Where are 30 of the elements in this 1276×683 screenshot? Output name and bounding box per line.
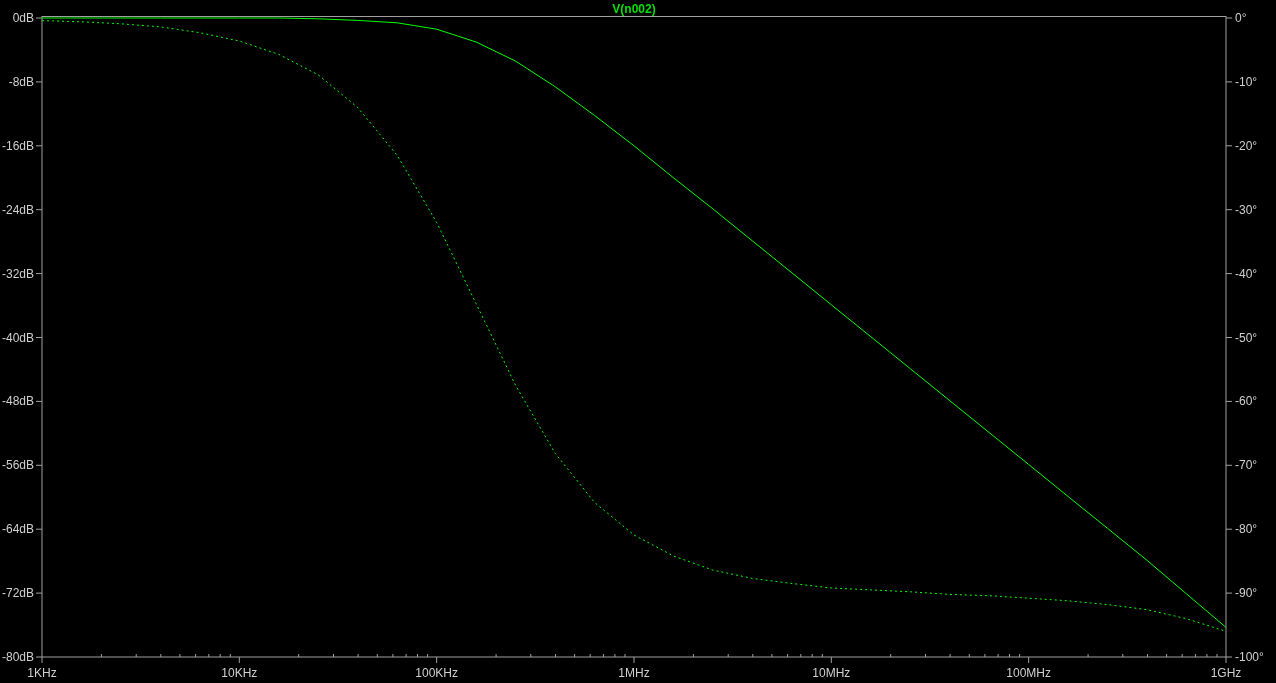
phase-axis-label: -90° <box>1235 586 1258 601</box>
y-axis-label: -56dB <box>1 458 34 473</box>
y-axis-label: -24dB <box>1 202 34 217</box>
phase-axis-label: -50° <box>1235 330 1258 345</box>
x-axis-label: 100KHz <box>415 666 458 680</box>
phase-axis-label: -30° <box>1235 202 1258 217</box>
y-axis-label: -64dB <box>1 522 34 537</box>
phase-axis-label: -80° <box>1235 522 1258 537</box>
phase-axis-label: -20° <box>1235 138 1258 153</box>
phase-axis-label: 0° <box>1235 11 1247 25</box>
phase-axis-label: -100° <box>1235 650 1264 664</box>
y-axis-label: -48dB <box>1 394 34 409</box>
y-axis-label: -80dB <box>1 650 34 664</box>
phase-axis-label: -70° <box>1235 458 1258 473</box>
y-axis-label: -8dB <box>8 74 34 89</box>
y-axis-label: -72dB <box>1 586 34 601</box>
y-axis-label: -40dB <box>1 330 34 345</box>
x-axis-label: 10KHz <box>221 666 258 680</box>
phase-axis-label: -60° <box>1235 394 1258 409</box>
y-axis-label: -32dB <box>1 266 34 281</box>
y-axis-label: -16dB <box>1 138 34 153</box>
x-axis-label: 100MHz <box>1006 666 1051 680</box>
x-axis-label: 1GHz <box>1210 666 1242 680</box>
phase-axis-label: -40° <box>1235 266 1258 281</box>
y-axis-label: 0dB <box>12 11 34 25</box>
x-axis-label: 1KHz <box>27 666 57 680</box>
chart-title: V(n002) <box>612 2 656 16</box>
phase-axis-label: -10° <box>1235 74 1258 89</box>
x-axis-label: 10MHz <box>812 666 851 680</box>
x-axis-label: 1MHz <box>618 666 650 680</box>
